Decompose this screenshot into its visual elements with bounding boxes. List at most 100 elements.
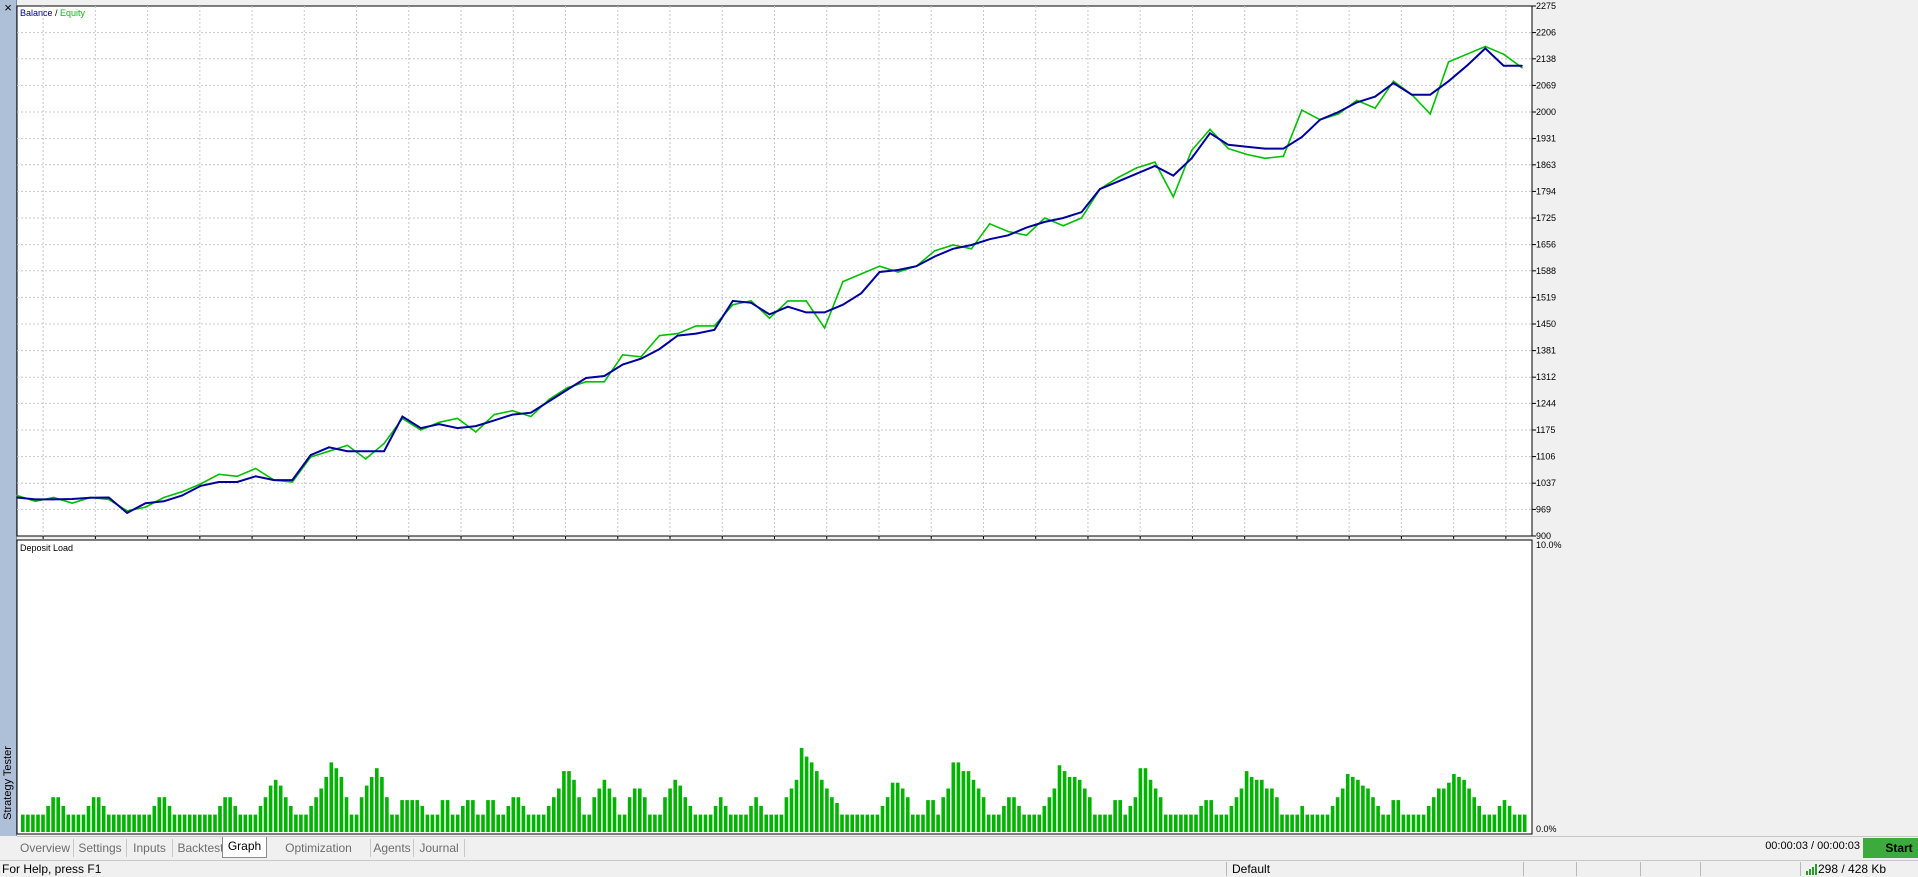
deposit-load-bar bbox=[1254, 779, 1259, 832]
data-point-balance bbox=[108, 496, 110, 499]
tab-backtest[interactable]: Backtest bbox=[173, 839, 229, 857]
status-divider bbox=[1523, 862, 1524, 876]
deposit-load-bar bbox=[476, 814, 480, 832]
tab-journal[interactable]: Journal bbox=[414, 839, 465, 857]
deposit-load-bar bbox=[521, 805, 526, 832]
data-point-equity bbox=[530, 415, 532, 418]
deposit-load-bar bbox=[865, 814, 870, 832]
data-point-balance bbox=[1135, 172, 1138, 175]
tab-overview[interactable]: Overview bbox=[17, 839, 74, 857]
deposit-load-bar bbox=[375, 768, 379, 832]
deposit-load-bar bbox=[1310, 814, 1315, 832]
data-point-equity bbox=[163, 496, 165, 499]
data-point-equity bbox=[676, 332, 679, 335]
deposit-load-bar bbox=[481, 814, 485, 832]
deposit-load-bar bbox=[703, 814, 708, 832]
data-point-equity bbox=[456, 417, 459, 420]
deposit-load-bar bbox=[213, 814, 217, 832]
deposit-load-bar bbox=[1265, 788, 1269, 832]
status-traffic: 298 / 428 Kb bbox=[1818, 862, 1887, 876]
data-point-equity bbox=[823, 327, 826, 329]
deposit-load-bar bbox=[552, 797, 556, 832]
deposit-load-bar bbox=[1072, 776, 1077, 832]
deposit-load-bar bbox=[1502, 800, 1507, 832]
deposit-load-bar bbox=[567, 771, 571, 832]
data-point-balance bbox=[970, 244, 973, 246]
status-divider bbox=[1640, 862, 1641, 876]
deposit-load-bar bbox=[410, 800, 414, 832]
data-point-balance bbox=[1484, 47, 1487, 50]
tab-graph[interactable]: Graph bbox=[222, 837, 267, 858]
deposit-load-bar bbox=[708, 814, 713, 832]
deposit-load-bar bbox=[1052, 788, 1057, 832]
deposit-load-bar bbox=[147, 814, 151, 832]
data-point-equity bbox=[1245, 153, 1248, 156]
data-point-balance bbox=[585, 377, 587, 379]
y-tick-label: 0.0% bbox=[1536, 824, 1557, 834]
deposit-load-bar bbox=[319, 788, 323, 832]
deposit-load-bar bbox=[809, 762, 814, 832]
deposit-load-bar bbox=[430, 814, 435, 832]
deposit-load-bar bbox=[683, 797, 688, 832]
deposit-load-bar bbox=[648, 814, 652, 832]
deposit-load-bar bbox=[26, 814, 30, 832]
deposit-load-bar bbox=[1426, 805, 1431, 832]
data-point-balance bbox=[401, 415, 404, 418]
data-point-equity bbox=[787, 300, 789, 302]
deposit-load-bar bbox=[61, 805, 66, 832]
deposit-load-bar bbox=[192, 814, 197, 832]
deposit-load-bar bbox=[1325, 814, 1330, 832]
legend-item-balance: Balance bbox=[20, 8, 53, 18]
tab-optimization-results[interactable]: Optimization Results bbox=[267, 839, 371, 873]
deposit-load-bar bbox=[1017, 805, 1021, 832]
deposit-load-bar bbox=[395, 814, 399, 832]
tab-settings[interactable]: Settings bbox=[74, 839, 127, 857]
data-point-balance bbox=[676, 334, 679, 337]
tab-inputs[interactable]: Inputs bbox=[127, 839, 173, 857]
deposit-load-bar bbox=[1214, 814, 1219, 832]
deposit-load-bar bbox=[1482, 814, 1487, 832]
data-point-equity bbox=[695, 325, 697, 327]
deposit-load-bar bbox=[890, 782, 895, 832]
deposit-load-bar bbox=[875, 814, 880, 832]
y-tick-label: 1175 bbox=[1536, 425, 1555, 435]
deposit-load-bar bbox=[167, 805, 172, 832]
deposit-load-bar bbox=[1108, 814, 1112, 832]
data-point-equity bbox=[328, 450, 330, 453]
deposit-load-bar bbox=[1012, 797, 1016, 832]
data-point-equity bbox=[1282, 155, 1285, 158]
deposit-load-bar bbox=[1179, 814, 1183, 832]
charts-area: 2275 2206 2138 2069 2000 1931 1863 1794 1725 1656… bbox=[16, 1, 1562, 835]
deposit-load-bar bbox=[622, 814, 627, 832]
data-point-balance bbox=[475, 425, 477, 427]
deposit-load-bar bbox=[1351, 776, 1355, 832]
data-point-balance bbox=[1429, 93, 1431, 96]
deposit-load-bar bbox=[1270, 788, 1274, 832]
tab-agents[interactable]: Agents bbox=[371, 839, 414, 857]
deposit-load-bar bbox=[632, 788, 637, 832]
data-point-equity bbox=[364, 458, 367, 460]
deposit-load-bar bbox=[51, 797, 55, 832]
deposit-load-bar bbox=[820, 779, 824, 832]
deposit-load-bar bbox=[1522, 814, 1527, 832]
data-point-equity bbox=[1521, 66, 1523, 69]
data-point-equity bbox=[1356, 99, 1358, 102]
start-button[interactable]: Start bbox=[1863, 838, 1918, 858]
deposit-load-bar bbox=[1042, 805, 1047, 832]
deposit-load-bar bbox=[1305, 814, 1310, 832]
deposit-load-bar bbox=[208, 814, 212, 832]
deposit-load-bar bbox=[718, 797, 723, 832]
data-point-balance bbox=[952, 248, 954, 250]
deposit-load-bar bbox=[663, 797, 667, 832]
data-point-balance bbox=[823, 311, 826, 314]
deposit-load-bar bbox=[815, 771, 819, 832]
deposit-load-bar bbox=[1356, 779, 1360, 832]
deposit-load-bar bbox=[1411, 814, 1416, 832]
data-point-equity bbox=[438, 421, 440, 424]
deposit-load-bar bbox=[1194, 814, 1198, 832]
deposit-load-bar bbox=[1174, 814, 1178, 832]
data-point-balance bbox=[750, 302, 752, 304]
deposit-load-bar bbox=[36, 814, 40, 832]
deposit-load-bar bbox=[643, 797, 647, 832]
deposit-load-bar bbox=[273, 779, 278, 832]
